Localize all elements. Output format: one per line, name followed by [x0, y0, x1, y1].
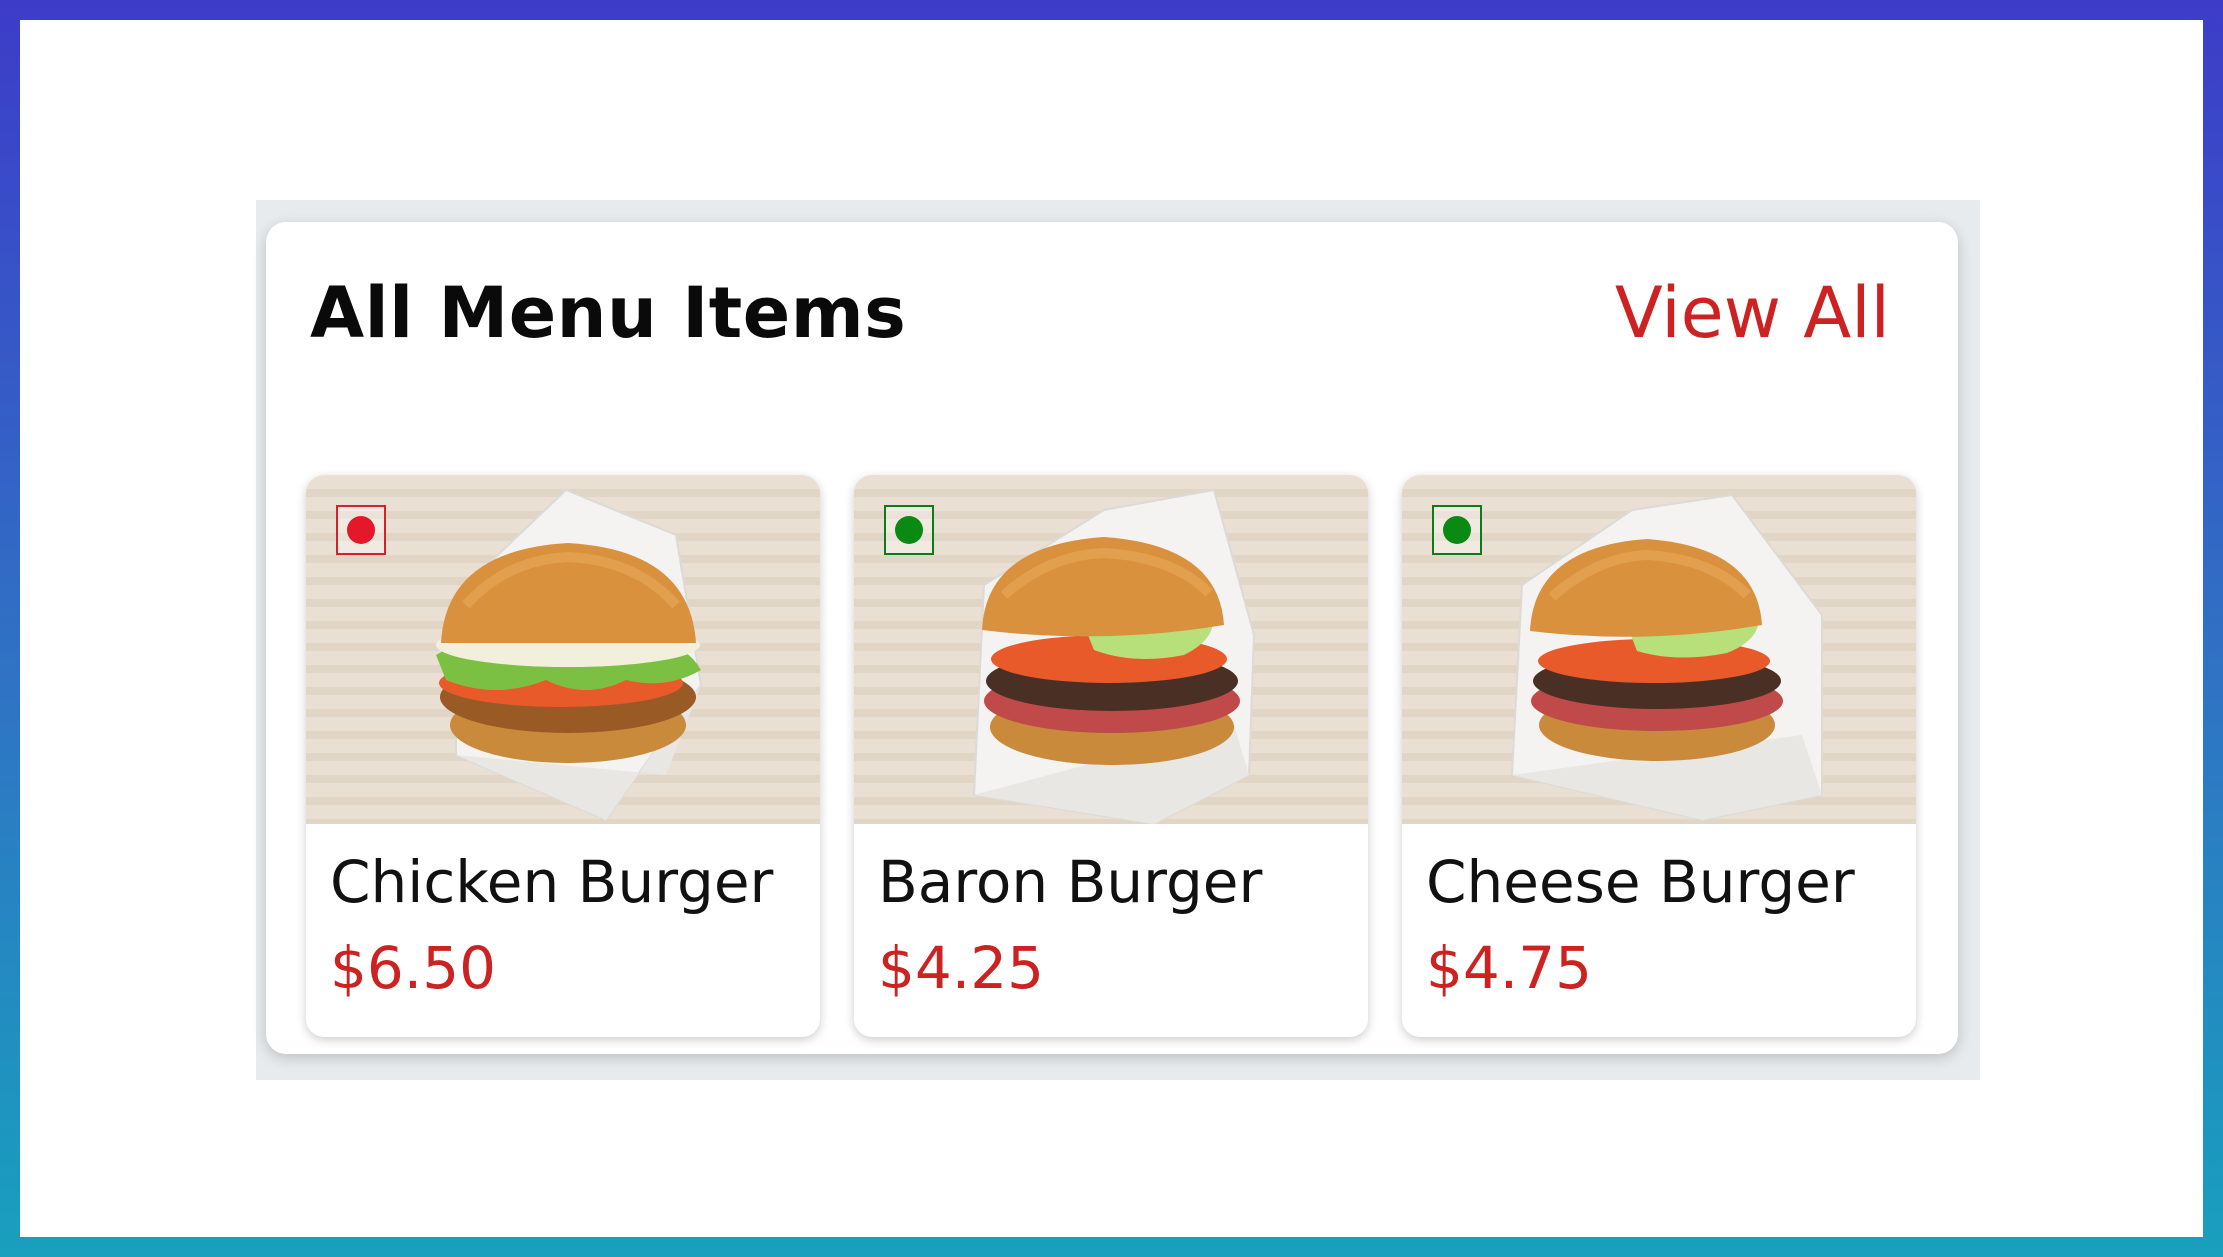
panel-title: All Menu Items: [310, 272, 907, 354]
menu-item-card[interactable]: Chicken Burger $6.50: [306, 475, 820, 1037]
menu-item-card[interactable]: Cheese Burger $4.75: [1402, 475, 1916, 1037]
item-name: Cheese Burger: [1426, 848, 1855, 916]
baron-burger-photo: [854, 475, 1368, 824]
item-price: $4.75: [1426, 934, 1593, 1002]
menu-item-card[interactable]: Baron Burger $4.25: [854, 475, 1368, 1037]
menu-items-panel: All Menu Items View All Chicken Burger $…: [266, 222, 1958, 1054]
item-name: Chicken Burger: [330, 848, 774, 916]
item-name: Baron Burger: [878, 848, 1263, 916]
veg-marker-icon: [1432, 505, 1482, 555]
item-price: $4.25: [878, 934, 1045, 1002]
menu-item-list: Chicken Burger $6.50 Baron Burger $4.25 …: [306, 475, 1918, 1037]
cheese-burger-photo: [1402, 475, 1916, 824]
chicken-burger-photo: [306, 475, 820, 824]
veg-marker-icon: [884, 505, 934, 555]
gradient-frame: All Menu Items View All Chicken Burger $…: [0, 0, 2223, 1257]
view-all-link[interactable]: View All: [1615, 278, 1890, 348]
non-veg-marker-icon: [336, 505, 386, 555]
page-canvas: All Menu Items View All Chicken Burger $…: [20, 20, 2203, 1237]
item-price: $6.50: [330, 934, 497, 1002]
